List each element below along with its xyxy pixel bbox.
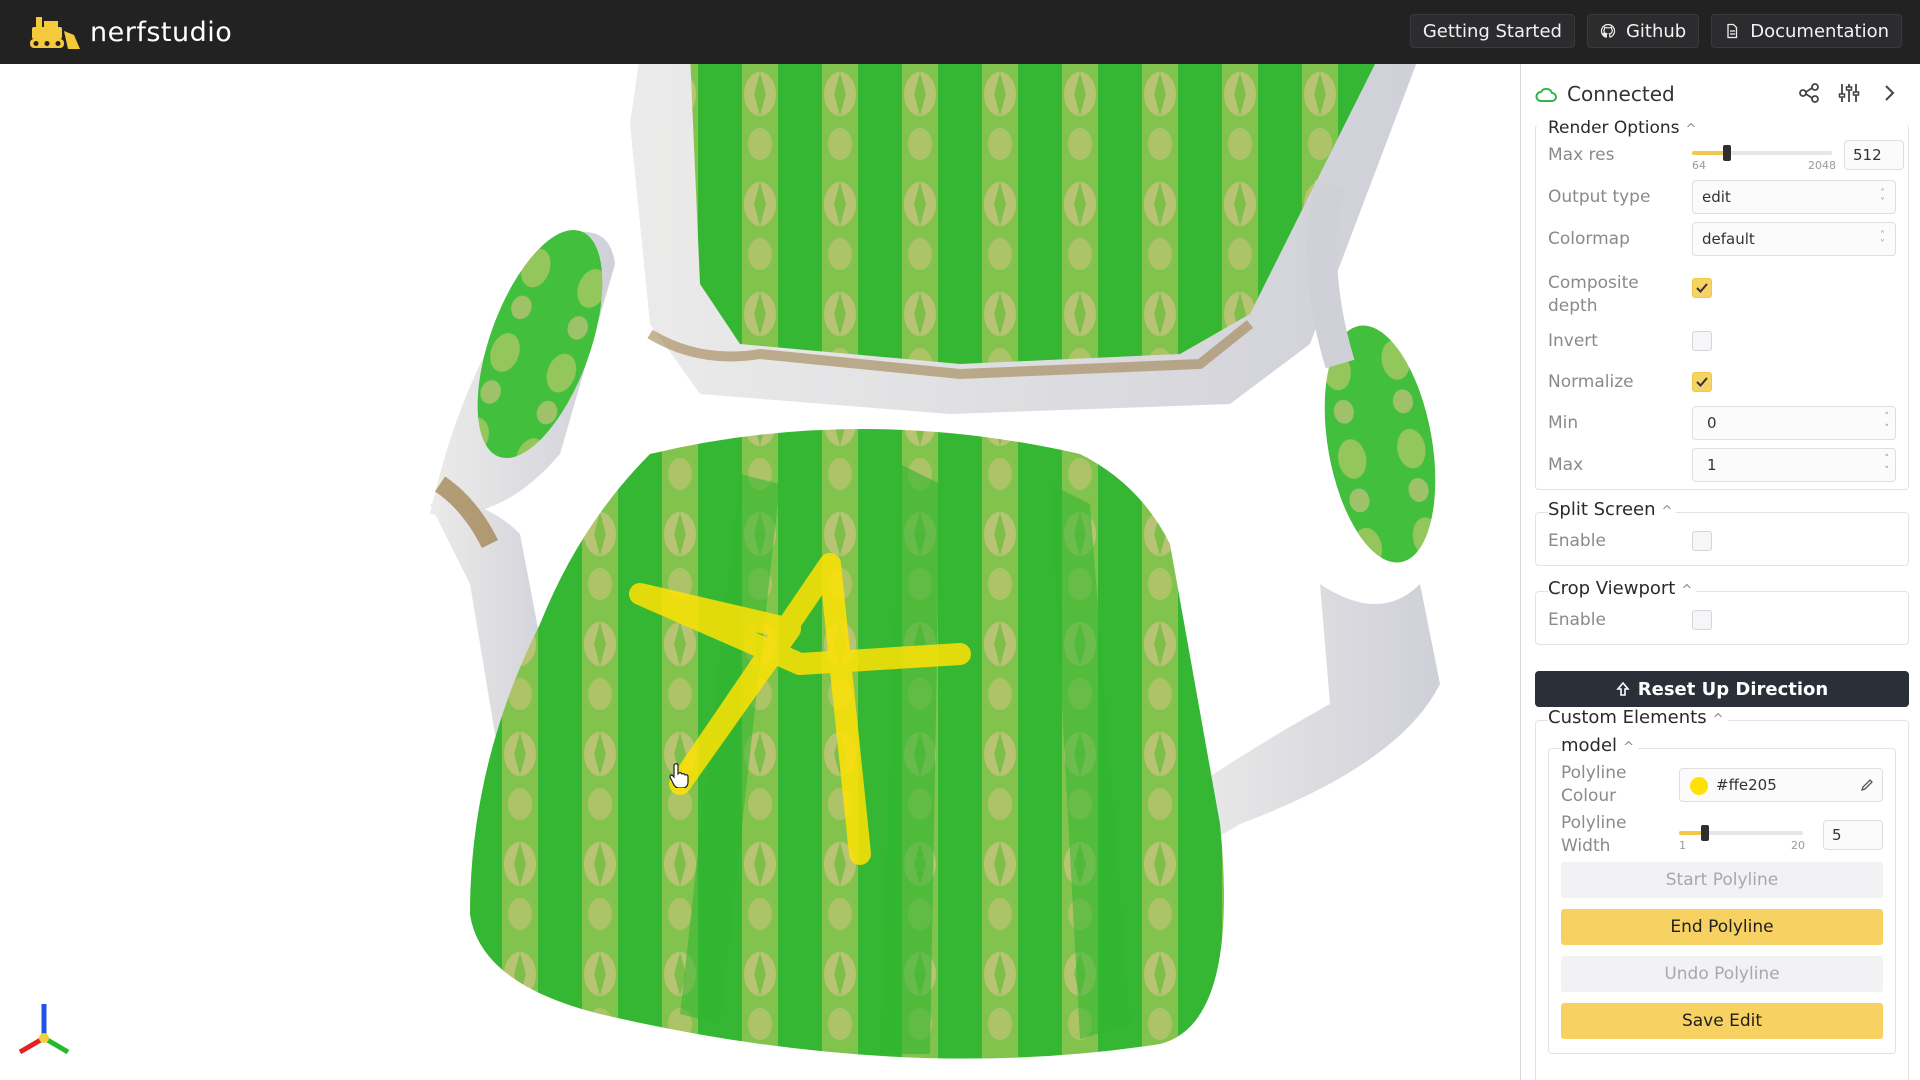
min-input[interactable]: 0 ˄ ˅ <box>1692 406 1896 440</box>
max-res-label: Max res <box>1548 144 1615 165</box>
render-viewport[interactable] <box>0 64 1520 1080</box>
model-section: model ^ Polyline Colour #ffe205 Polyline … <box>1548 735 1896 1054</box>
polyline-width-input[interactable]: 5 <box>1823 820 1883 850</box>
end-polyline-button[interactable]: End Polyline <box>1561 909 1883 945</box>
arrow-up-icon <box>1616 681 1630 696</box>
colormap-label: Colormap <box>1548 228 1630 249</box>
cloud-connected-icon <box>1535 87 1557 102</box>
invert-row: Invert <box>1548 324 1896 358</box>
split-screen-checkbox[interactable] <box>1692 531 1712 551</box>
documentation-label: Documentation <box>1750 20 1889 42</box>
max-label: Max <box>1548 454 1584 475</box>
normalize-checkbox[interactable] <box>1692 372 1712 392</box>
max-input[interactable]: 1 ˄ ˅ <box>1692 448 1896 482</box>
output-type-row: Output type edit ˄ ˅ <box>1548 180 1896 214</box>
min-label: Min <box>1548 412 1579 433</box>
save-edit-button[interactable]: Save Edit <box>1561 1003 1883 1039</box>
split-screen-enable-row: Enable <box>1548 527 1896 555</box>
bulldozer-icon <box>30 17 80 49</box>
normalize-row: Normalize <box>1548 365 1896 399</box>
output-type-select[interactable]: edit ˄ ˅ <box>1692 180 1896 214</box>
custom-elements-title[interactable]: Custom Elements ^ <box>1548 707 1728 728</box>
min-row: Min 0 ˄ ˅ <box>1548 406 1896 440</box>
colour-swatch <box>1690 777 1708 795</box>
crop-viewport-title[interactable]: Crop Viewport ^ <box>1548 578 1697 599</box>
crop-viewport-section: Crop Viewport ^ Enable <box>1535 578 1909 645</box>
output-type-label: Output type <box>1548 186 1651 207</box>
render-options-title[interactable]: Render Options ^ <box>1548 118 1701 138</box>
reset-up-direction-button[interactable]: Reset Up Direction <box>1535 671 1909 707</box>
max-res-slider[interactable]: 64 2048 <box>1692 142 1836 172</box>
github-icon <box>1600 23 1616 38</box>
github-button[interactable]: Github <box>1586 14 1700 48</box>
crop-viewport-enable-row: Enable <box>1548 606 1896 634</box>
share-icon[interactable] <box>1798 82 1822 106</box>
polyline-width-slider[interactable]: 1 20 <box>1679 822 1805 852</box>
getting-started-button[interactable]: Getting Started <box>1409 14 1575 48</box>
sliders-settings-icon[interactable] <box>1838 82 1862 106</box>
custom-elements-section: Custom Elements ^ model ^ Polyline Colour … <box>1535 707 1909 1080</box>
connection-status: Connected <box>1567 82 1675 106</box>
top-nav: Getting Started Github Documentation <box>1409 14 1902 48</box>
max-res-row: Max res 64 2048 512 <box>1548 138 1904 172</box>
polyline-width-min-label: 1 <box>1679 839 1686 852</box>
axes-gizmo-icon <box>18 1004 70 1055</box>
pencil-icon[interactable] <box>1860 778 1874 792</box>
polyline-width-max-label: 20 <box>1791 839 1805 852</box>
document-icon <box>1727 23 1738 39</box>
render-options-section: Render Options ^ Max res 64 2048 512 Outp… <box>1535 118 1909 490</box>
chevron-right-icon[interactable] <box>1878 82 1902 106</box>
control-panel: Connected Render Options ^ Max res 64 204… <box>1520 64 1920 1080</box>
model-title[interactable]: model ^ <box>1561 735 1638 756</box>
max-res-max-label: 2048 <box>1808 159 1836 172</box>
colormap-row: Colormap default ˄ ˅ <box>1548 222 1896 256</box>
rendered-chair-scene <box>430 64 1440 1059</box>
logo[interactable]: nerfstudio <box>28 10 232 54</box>
getting-started-label: Getting Started <box>1422 20 1562 42</box>
crop-viewport-checkbox[interactable] <box>1692 610 1712 630</box>
panel-header: Connected <box>1521 64 1920 124</box>
max-res-min-label: 64 <box>1692 159 1706 172</box>
max-row: Max 1 ˄ ˅ <box>1548 448 1896 482</box>
polyline-width-row: Polyline Width 1 20 5 <box>1561 813 1883 856</box>
start-polyline-button[interactable]: Start Polyline <box>1561 862 1883 898</box>
invert-checkbox[interactable] <box>1692 331 1712 351</box>
invert-label: Invert <box>1548 330 1598 351</box>
logo-text: nerfstudio <box>90 16 233 48</box>
split-screen-title[interactable]: Split Screen ^ <box>1548 499 1677 520</box>
polyline-width-label: Polyline Width <box>1561 813 1627 856</box>
top-bar: nerfstudio Getting Started Github Docume… <box>0 0 1920 64</box>
hand-cursor-icon <box>669 763 689 788</box>
composite-depth-checkbox[interactable] <box>1692 278 1712 298</box>
split-screen-enable-label: Enable <box>1548 530 1606 551</box>
github-label: Github <box>1625 20 1687 42</box>
polyline-colour-label: Polyline Colour <box>1561 763 1627 806</box>
colormap-select[interactable]: default ˄ ˅ <box>1692 222 1896 256</box>
undo-polyline-button[interactable]: Undo Polyline <box>1561 956 1883 992</box>
polyline-colour-row: Polyline Colour #ffe205 <box>1561 761 1883 809</box>
max-res-input[interactable]: 512 <box>1844 140 1904 170</box>
crop-viewport-enable-label: Enable <box>1548 609 1606 630</box>
composite-depth-row: Composite depth <box>1548 270 1896 320</box>
composite-depth-label: Composite depth <box>1548 273 1639 316</box>
split-screen-section: Split Screen ^ Enable <box>1535 499 1909 566</box>
normalize-label: Normalize <box>1548 371 1634 392</box>
polyline-colour-picker[interactable]: #ffe205 <box>1679 768 1883 802</box>
documentation-button[interactable]: Documentation <box>1711 14 1902 48</box>
reset-up-direction-label: Reset Up Direction <box>1637 678 1829 700</box>
